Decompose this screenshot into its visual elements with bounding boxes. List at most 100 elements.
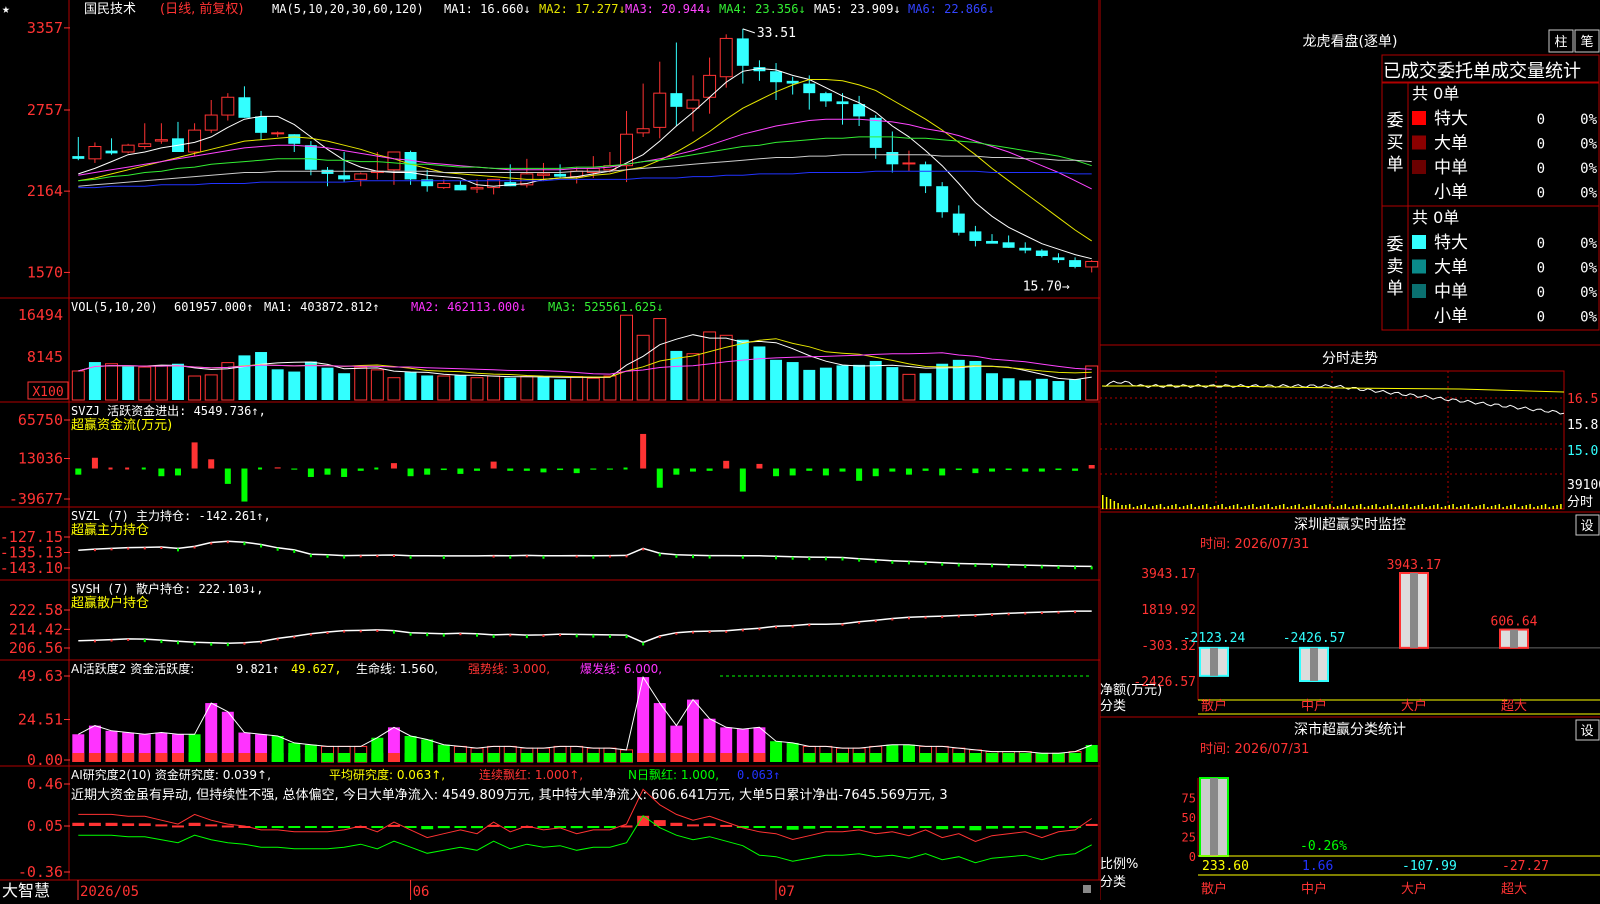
money-flow-bar[interactable] [91,457,98,469]
money-flow-bar[interactable] [274,467,281,469]
money-flow-bar[interactable] [689,468,696,472]
money-flow-bar[interactable] [822,468,829,476]
money-flow-bar[interactable] [291,468,298,470]
volume-bar[interactable] [321,367,334,400]
volume-bar[interactable] [902,373,916,401]
volume-bar[interactable] [122,366,135,400]
ai-research-bar[interactable] [122,823,135,826]
ai-research-bar[interactable] [255,826,268,828]
volume-bar[interactable] [188,375,202,401]
money-flow-bar[interactable] [390,463,397,469]
ai-research-bar[interactable] [371,826,384,828]
volume-bar[interactable] [586,377,600,401]
candle-down[interactable] [936,186,949,213]
volume-bar[interactable] [504,377,517,400]
ai-research-bar[interactable] [952,826,965,829]
money-flow-bar[interactable] [357,468,364,471]
money-flow-bar[interactable] [457,468,464,474]
candle-down[interactable] [853,104,866,117]
volume-bar[interactable] [886,367,899,400]
money-flow-bar[interactable] [789,468,796,476]
candle-up[interactable] [719,37,733,78]
candle-up[interactable] [586,167,600,174]
candle-down[interactable] [670,93,683,107]
ai-research-bar[interactable] [703,823,716,826]
candle-up[interactable] [636,128,650,134]
right-panel-svg[interactable]: 龙虎看盘(逐单) 柱笔已成交委托单成交量统计委买单共 0单特大 0 0%大单 0 0%中单… [1099,0,1600,900]
money-flow-bar[interactable] [1005,468,1012,471]
ai-research-bar[interactable] [338,826,351,828]
volume-bar[interactable] [338,373,351,400]
candle-down[interactable] [952,213,965,233]
ai-research-bar[interactable] [387,824,400,827]
volume-bar[interactable] [71,370,85,401]
candle-down[interactable] [288,134,301,144]
money-flow-bar[interactable] [424,468,431,475]
money-flow-bar[interactable] [258,467,263,470]
ai-research-bar[interactable] [471,826,483,829]
money-flow-bar[interactable] [889,468,896,472]
ai-research-bar[interactable] [1052,826,1065,828]
volume-bar[interactable] [138,366,152,401]
candle-up[interactable] [88,146,102,160]
candle-down[interactable] [554,173,567,177]
ai-research-bar[interactable] [902,826,915,829]
candle-down[interactable] [454,184,467,191]
ai-research-bar[interactable] [105,822,118,826]
volume-bar[interactable] [869,360,882,400]
money-flow-bar[interactable] [158,468,165,477]
money-flow-bar[interactable] [324,468,331,475]
volume-bar[interactable] [204,374,218,401]
volume-bar[interactable] [437,375,451,401]
candle-up[interactable] [387,151,401,171]
volume-bar[interactable] [753,346,766,400]
ai-research-bar[interactable] [504,826,517,828]
money-flow-bar[interactable] [1072,468,1079,471]
candle-up[interactable] [121,144,135,153]
volume-bar[interactable] [919,373,932,400]
candle-down[interactable] [803,83,816,94]
candle-down[interactable] [736,38,749,66]
ai-research-bar[interactable] [753,826,766,828]
ai-research-bar[interactable] [421,826,434,830]
candle-up[interactable] [686,99,700,109]
money-flow-bar[interactable] [490,461,497,469]
money-flow-bar[interactable] [108,467,113,470]
candle-down[interactable] [1069,260,1082,267]
ai-research-bar[interactable] [570,826,583,829]
ai-research-bar[interactable] [1035,826,1048,830]
money-flow-bar[interactable] [374,467,379,470]
candle-down[interactable] [1052,257,1065,261]
volume-bar[interactable] [154,365,168,401]
ai-research-bar[interactable] [437,826,450,829]
volume-bar[interactable] [719,334,733,401]
volume-bar[interactable] [736,339,749,400]
ai-research-bar[interactable] [786,826,799,830]
ai-research-bar[interactable] [886,826,899,828]
volume-bar[interactable] [686,353,700,401]
volume-bar[interactable] [537,376,550,400]
money-flow-bar[interactable] [872,468,879,477]
volume-bar[interactable] [354,366,368,401]
candle-up[interactable] [271,132,285,135]
ai-research-bar[interactable] [304,826,317,828]
candle-down[interactable] [255,116,268,133]
candle-up[interactable] [154,139,168,142]
money-flow-bar[interactable] [955,468,962,471]
ai-research-bar[interactable] [687,824,699,827]
volume-bar[interactable] [370,369,384,401]
ai-research-bar[interactable] [919,826,932,828]
candle-down[interactable] [869,117,882,148]
candle-up[interactable] [138,143,152,148]
money-flow-bar[interactable] [341,468,348,477]
money-flow-bar[interactable] [208,459,215,469]
ai-activity-bar[interactable] [637,677,650,762]
candle-down[interactable] [836,101,849,105]
volume-bar[interactable] [1052,381,1065,400]
money-flow-bar[interactable] [806,468,813,471]
ai-research-bar[interactable] [819,826,832,828]
ai-research-bar[interactable] [72,822,85,826]
ai-research-bar[interactable] [188,822,201,826]
money-flow-bar[interactable] [307,468,314,477]
money-flow-bar[interactable] [241,468,248,502]
